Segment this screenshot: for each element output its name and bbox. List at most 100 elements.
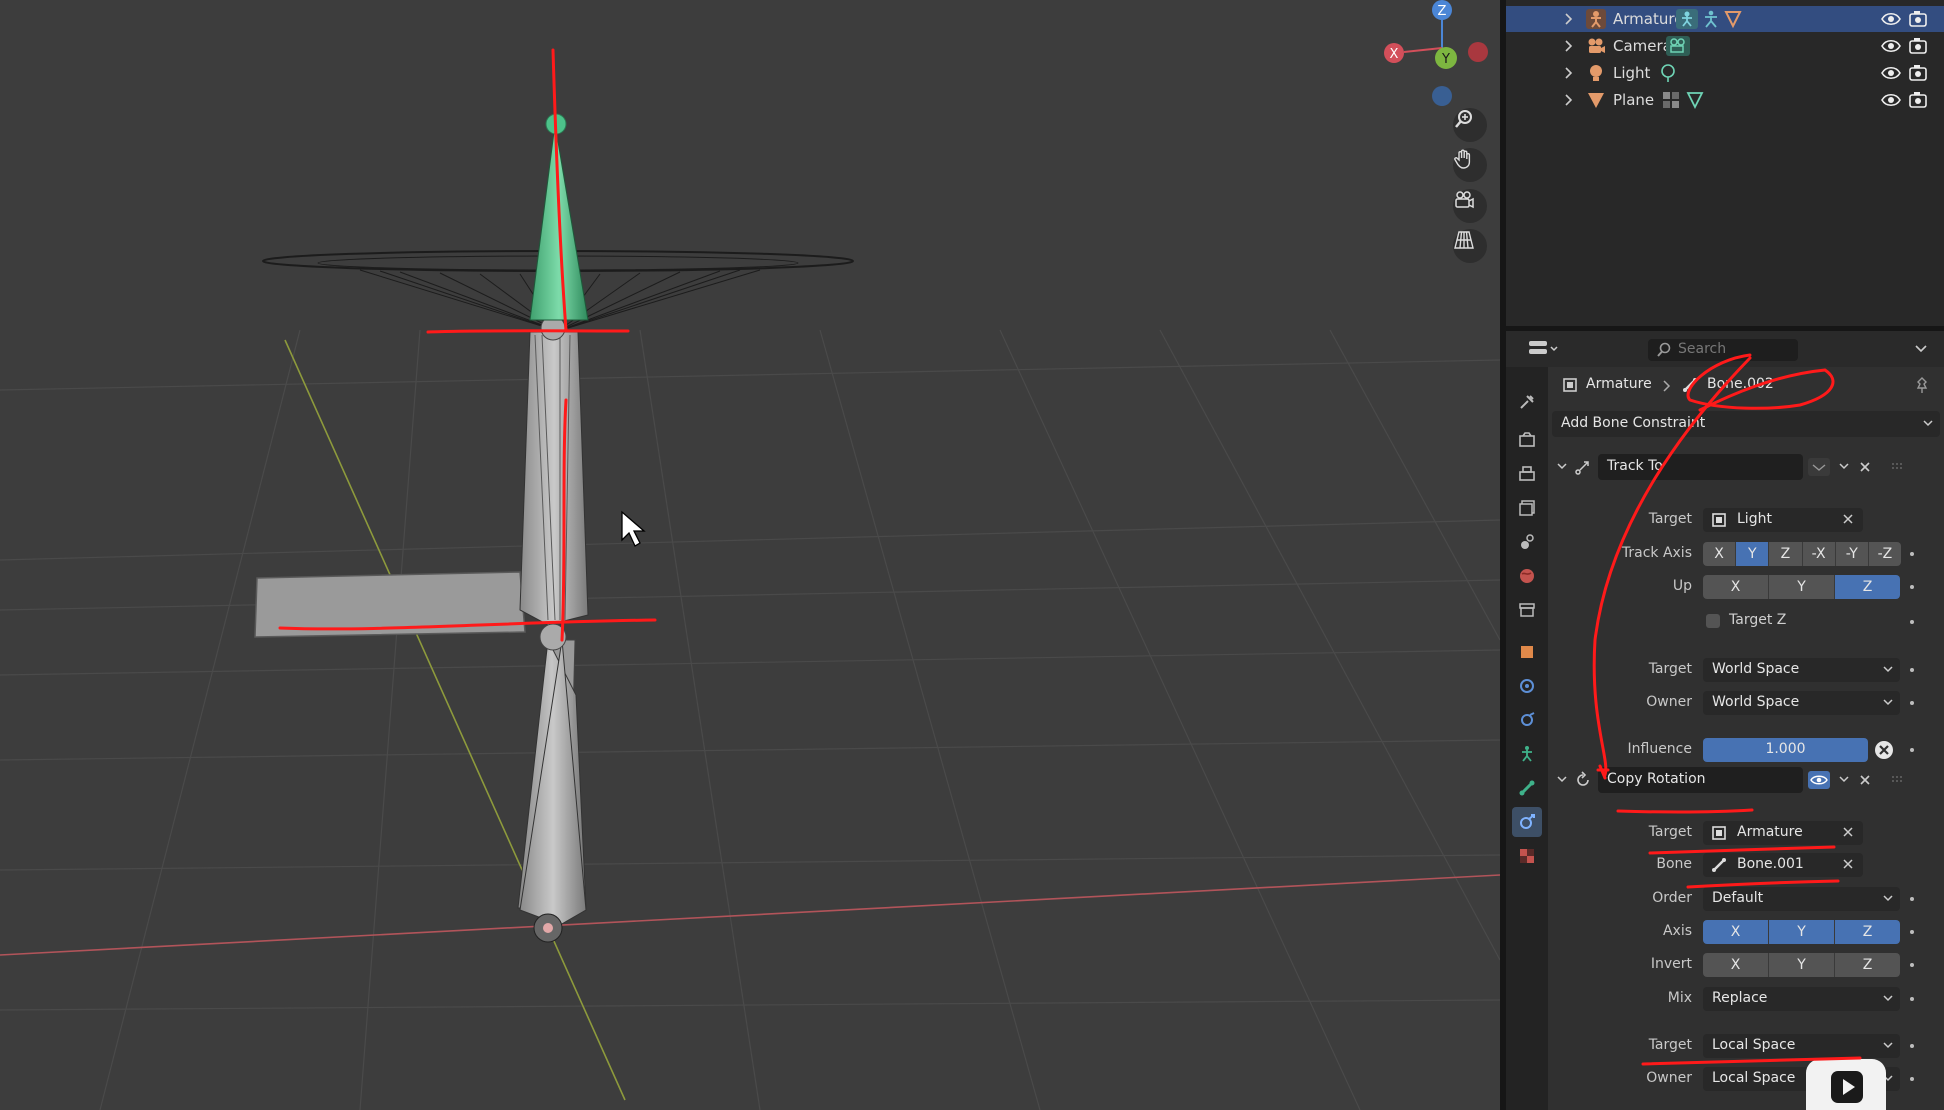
visibility-eye-icon[interactable] — [1881, 10, 1901, 28]
tab-texture[interactable] — [1512, 841, 1542, 871]
track-axis-x[interactable]: X — [1703, 542, 1737, 566]
armature-data-icon[interactable] — [1676, 9, 1698, 29]
chevron-down-icon[interactable] — [1914, 343, 1928, 355]
expand-arrow-icon[interactable] — [1563, 66, 1573, 80]
rot-invert-selector[interactable]: X Y Z — [1703, 953, 1900, 977]
keyframe-dot[interactable] — [1910, 963, 1914, 967]
tab-view-layer[interactable] — [1512, 493, 1542, 523]
up-axis-z[interactable]: Z — [1835, 575, 1900, 599]
keyframe-dot[interactable] — [1910, 1077, 1914, 1081]
track-to-name-field[interactable]: Track To — [1598, 454, 1803, 480]
light-data-icon[interactable] — [1658, 63, 1678, 83]
tab-world[interactable] — [1512, 561, 1542, 591]
keyframe-dot[interactable] — [1910, 1044, 1914, 1048]
influence-slider[interactable]: 1.000 — [1703, 738, 1868, 762]
copy-rotation-name-field[interactable]: Copy Rotation — [1598, 767, 1803, 793]
keyframe-dot[interactable] — [1910, 701, 1914, 705]
rot-mix-dropdown[interactable]: Replace — [1703, 987, 1900, 1011]
pan-button[interactable] — [1453, 148, 1487, 182]
modifier-icon[interactable] — [1661, 90, 1681, 110]
editor-type-icon[interactable] — [1528, 339, 1560, 359]
pin-icon[interactable] — [1914, 376, 1930, 394]
properties-search-input[interactable]: Search — [1648, 339, 1798, 361]
tab-render[interactable] — [1512, 425, 1542, 455]
collapse-arrow-icon[interactable] — [1556, 775, 1568, 785]
visibility-eye-icon[interactable] — [1808, 771, 1830, 789]
keyframe-dot[interactable] — [1910, 552, 1914, 556]
rot-target-space-dropdown[interactable]: Local Space — [1703, 1034, 1900, 1058]
track-axis-neg-z[interactable]: -Z — [1868, 542, 1901, 566]
rot-invert-y[interactable]: Y — [1769, 953, 1835, 977]
render-camera-icon[interactable] — [1909, 91, 1927, 109]
track-axis-selector[interactable]: X Y Z -X -Y -Z — [1703, 542, 1901, 566]
outliner-row-camera[interactable]: Camera — [1506, 33, 1944, 59]
expand-arrow-icon[interactable] — [1563, 93, 1573, 107]
render-camera-icon[interactable] — [1909, 37, 1927, 55]
keyframe-dot[interactable] — [1910, 620, 1914, 624]
toggle-enabled-icon[interactable] — [1808, 458, 1830, 476]
track-owner-space-dropdown[interactable]: World Space — [1703, 691, 1900, 715]
clear-icon[interactable] — [1841, 825, 1855, 839]
track-to-header[interactable]: Track To — [1556, 452, 1944, 482]
rot-axis-z[interactable]: Z — [1835, 920, 1900, 944]
keyframe-dot[interactable] — [1910, 585, 1914, 589]
visibility-eye-icon[interactable] — [1881, 91, 1901, 109]
perspective-toggle-button[interactable] — [1453, 229, 1487, 263]
render-camera-icon[interactable] — [1909, 64, 1927, 82]
track-axis-z[interactable]: Z — [1769, 542, 1803, 566]
disable-keep-transform-icon[interactable] — [1874, 740, 1894, 760]
video-play-overlay[interactable] — [1806, 1059, 1886, 1110]
keyframe-dot[interactable] — [1910, 997, 1914, 1001]
tab-object-constraints[interactable] — [1512, 705, 1542, 735]
breadcrumb-bone[interactable]: Bone.002 — [1707, 376, 1774, 392]
drag-handle-icon[interactable] — [1891, 775, 1905, 785]
expand-arrow-icon[interactable] — [1563, 39, 1573, 53]
drag-handle-icon[interactable] — [1891, 462, 1905, 472]
mesh-modifier-icon[interactable] — [1724, 9, 1742, 29]
chevron-down-icon[interactable] — [1838, 775, 1850, 785]
rot-axis-x[interactable]: X — [1703, 920, 1769, 944]
copy-rotation-header[interactable]: Copy Rotation — [1556, 765, 1944, 795]
breadcrumb-object[interactable]: Armature — [1586, 376, 1652, 392]
rot-order-dropdown[interactable]: Default — [1703, 887, 1900, 911]
pose-icon[interactable] — [1702, 9, 1720, 29]
clear-icon[interactable] — [1841, 512, 1855, 526]
rot-invert-x[interactable]: X — [1703, 953, 1769, 977]
tab-armature-data[interactable] — [1512, 739, 1542, 769]
track-axis-y[interactable]: Y — [1736, 542, 1770, 566]
target-z-checkbox[interactable] — [1706, 614, 1720, 628]
tab-bone[interactable] — [1512, 773, 1542, 803]
outliner-row-plane[interactable]: Plane — [1506, 87, 1944, 113]
close-icon[interactable] — [1859, 461, 1871, 473]
visibility-eye-icon[interactable] — [1881, 37, 1901, 55]
track-target-space-dropdown[interactable]: World Space — [1703, 658, 1900, 682]
tab-bone-constraints[interactable] — [1512, 807, 1542, 837]
outliner-row-armature[interactable]: Armature — [1506, 6, 1944, 32]
keyframe-dot[interactable] — [1910, 897, 1914, 901]
mesh-data-icon[interactable] — [1685, 90, 1705, 110]
add-bone-constraint-dropdown[interactable]: Add Bone Constraint — [1552, 411, 1940, 437]
collapse-arrow-icon[interactable] — [1556, 462, 1568, 472]
3d-viewport[interactable]: Z Y X — [0, 0, 1500, 1110]
track-axis-neg-y[interactable]: -Y — [1835, 542, 1869, 566]
tab-object[interactable] — [1512, 637, 1542, 667]
rot-target-field[interactable]: Armature — [1703, 821, 1863, 845]
up-axis-y[interactable]: Y — [1769, 575, 1835, 599]
tab-output[interactable] — [1512, 459, 1542, 489]
camera-data-icon[interactable] — [1666, 36, 1690, 56]
tab-tool[interactable] — [1512, 387, 1542, 417]
zoom-button[interactable] — [1453, 108, 1487, 142]
track-axis-neg-x[interactable]: -X — [1802, 542, 1836, 566]
render-camera-icon[interactable] — [1909, 10, 1927, 28]
tab-modifiers[interactable] — [1512, 671, 1542, 701]
keyframe-dot[interactable] — [1910, 748, 1914, 752]
keyframe-dot[interactable] — [1910, 930, 1914, 934]
chevron-down-icon[interactable] — [1838, 462, 1850, 472]
visibility-eye-icon[interactable] — [1881, 64, 1901, 82]
clear-icon[interactable] — [1841, 857, 1855, 871]
rot-invert-z[interactable]: Z — [1835, 953, 1900, 977]
up-axis-x[interactable]: X — [1703, 575, 1769, 599]
rot-axis-selector[interactable]: X Y Z — [1703, 920, 1900, 944]
rot-bone-field[interactable]: Bone.001 — [1703, 853, 1863, 877]
rot-axis-y[interactable]: Y — [1769, 920, 1835, 944]
